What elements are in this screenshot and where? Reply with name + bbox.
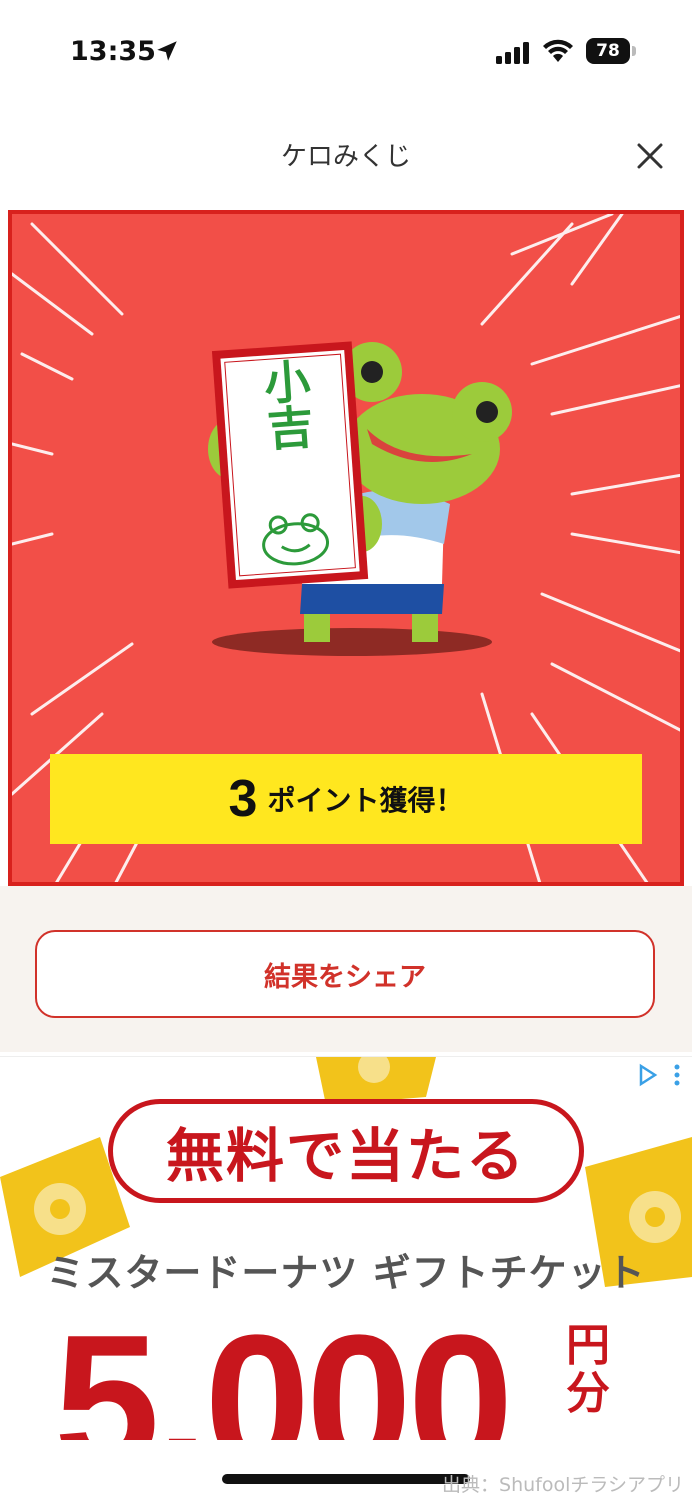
battery-indicator: 78 [586,38,630,64]
source-credit: 出典：Shufoolチラシアプリ [442,1474,684,1496]
points-number: 3 [228,770,258,828]
ad-headline: 無料で当たる [165,1122,526,1190]
points-text: ポイント獲得！ [267,784,464,817]
ad-menu-icon[interactable] [672,1063,682,1087]
battery-cap [632,46,636,56]
modal-header: ケロみくじ [0,120,692,190]
status-time: 13:35 [70,36,156,67]
ad-amount: 5,000 [54,1296,513,1441]
close-icon[interactable] [630,136,670,176]
ad-product-name: ミスタードーナツ ギフトチケット [46,1251,646,1295]
ad-headline-pill: 無料で当たる [108,1099,584,1203]
advertisement-banner[interactable]: 無料で当たる ミスタードーナツ ギフトチケット 5,000 円分 [0,1056,692,1441]
status-bar: 13:35 78 [0,0,692,100]
cellular-signal-icon [496,42,529,64]
fortune-result-panel: 小吉 3 ポイント獲得！ [8,210,684,886]
fortune-text: 小吉 [256,356,316,452]
share-result-button[interactable]: 結果をシェア [35,930,655,1018]
location-arrow-icon [157,41,177,61]
adchoices-icon[interactable] [636,1063,660,1087]
frog-mascot-illustration: 小吉 [208,341,512,656]
points-earned-banner: 3 ポイント獲得！ [50,754,642,844]
wifi-icon [543,39,573,62]
page-title: ケロみくじ [280,142,411,172]
home-indicator[interactable] [222,1474,470,1484]
ad-amount-unit: 円分 [566,1320,610,1420]
share-section: 結果をシェア [0,886,692,1052]
